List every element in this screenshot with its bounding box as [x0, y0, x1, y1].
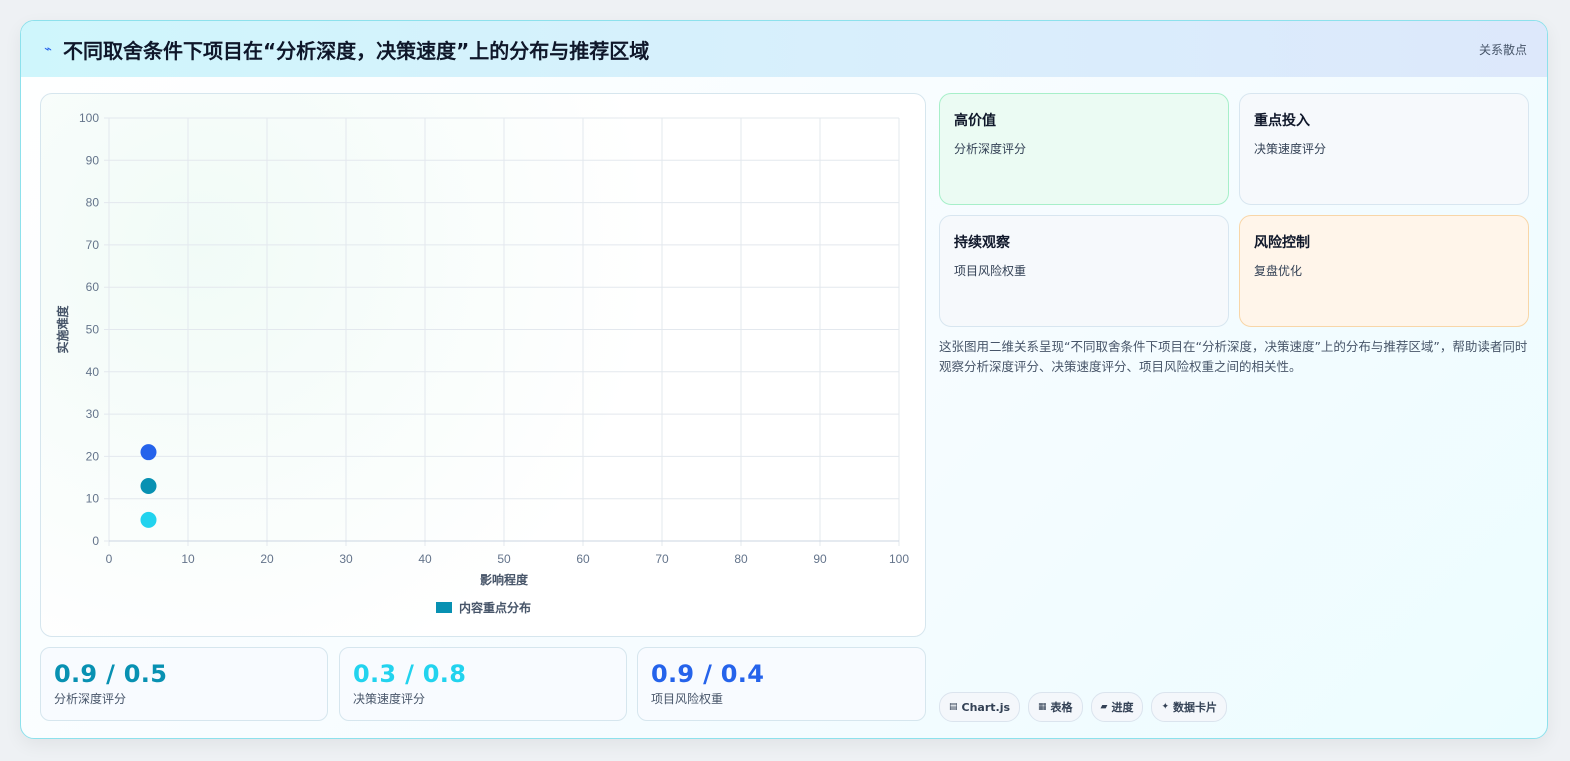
- x-tick-label: 50: [497, 552, 511, 566]
- y-tick-label: 40: [86, 365, 100, 379]
- header: ⌁ 不同取舍条件下项目在“分析深度，决策速度”上的分布与推荐区域 关系散点: [21, 21, 1547, 77]
- y-axis-title: 实施难度: [55, 305, 70, 354]
- stat-label: 项目风险权重: [651, 692, 724, 706]
- y-tick-label: 60: [86, 280, 100, 294]
- progress-icon: ▰: [1100, 702, 1108, 712]
- main-card: ⌁ 不同取舍条件下项目在“分析深度，决策速度”上的分布与推荐区域 关系散点 0 1…: [20, 20, 1548, 739]
- quadrant-subtitle: 项目风险权重: [954, 264, 1027, 278]
- y-tick-label: 90: [86, 153, 100, 167]
- stat-label: 决策速度评分: [353, 692, 426, 706]
- title-group: ⌁ 不同取舍条件下项目在“分析深度，决策速度”上的分布与推荐区域: [41, 35, 649, 64]
- chip-label: 表格: [1050, 701, 1073, 714]
- x-axis-title: 影响程度: [480, 572, 529, 587]
- chip-table[interactable]: ▦ 表格: [1028, 692, 1083, 722]
- y-tick-label: 70: [86, 238, 100, 252]
- y-tick-label: 30: [86, 407, 100, 421]
- y-tick-label: 100: [79, 111, 99, 125]
- quadrant-subtitle: 决策速度评分: [1254, 142, 1327, 156]
- y-tick-label: 20: [86, 449, 100, 463]
- x-tick-label: 20: [260, 552, 274, 566]
- x-tick-label: 30: [339, 552, 353, 566]
- stat-card-decision: 0.3 / 0.8 决策速度评分: [339, 647, 627, 721]
- chip-label: 进度: [1111, 701, 1134, 714]
- x-tick-label: 0: [106, 552, 113, 566]
- quadrant-title: 高价值: [954, 113, 996, 129]
- legend-swatch: [436, 602, 452, 613]
- y-tick-label: 80: [86, 196, 100, 210]
- legend-label: 内容重点分布: [459, 600, 531, 615]
- scatter-chart: 0 10 20 30 40 50 60 70 80 90 100 0 10 20 30 40 50 60 70 80 9…: [55, 111, 909, 615]
- data-point: [140, 478, 157, 495]
- stat-value: 0.9 / 0.5: [54, 660, 168, 688]
- chip-label: Chart.js: [961, 700, 1011, 714]
- stat-card-analysis: 0.9 / 0.5 分析深度评分: [40, 647, 328, 721]
- y-tick-label: 50: [86, 323, 100, 337]
- data-card-icon: ✦: [1161, 702, 1170, 712]
- y-tick-label: 0: [92, 534, 99, 548]
- chart-panel: 0 10 20 30 40 50 60 70 80 90 100 0 10 20 30 40 50 60 70 80 9…: [40, 93, 926, 637]
- x-tick-label: 90: [813, 552, 827, 566]
- x-tick-label: 10: [181, 552, 195, 566]
- x-tick-label: 40: [418, 552, 432, 566]
- page-title: 不同取舍条件下项目在“分析深度，决策速度”上的分布与推荐区域: [63, 38, 650, 63]
- x-tick-label: 100: [889, 552, 909, 566]
- lightning-icon: ⌁: [44, 41, 52, 57]
- x-tick-label: 80: [734, 552, 748, 566]
- x-tick-label: 60: [576, 552, 590, 566]
- quadrant-title: 持续观察: [954, 235, 1010, 251]
- chip-progress[interactable]: ▰ 进度: [1090, 692, 1144, 722]
- chip-chartjs[interactable]: ▤ Chart.js: [939, 692, 1021, 722]
- chart-description: 这张图用二维关系呈现“不同取舍条件下项目在“分析深度，决策速度”上的分布与推荐区…: [939, 339, 1528, 374]
- stat-value: 0.9 / 0.4: [651, 660, 765, 688]
- quadrant-subtitle: 复盘优化: [1254, 264, 1303, 278]
- quadrant-subtitle: 分析深度评分: [954, 142, 1027, 156]
- tech-chips: ▤ Chart.js ▦ 表格 ▰ 进度 ✦ 数据卡片: [939, 692, 1228, 722]
- chart-icon: ▤: [949, 702, 958, 712]
- data-point: [140, 444, 157, 461]
- chart-type-tag: 关系散点: [1478, 42, 1527, 57]
- stat-label: 分析深度评分: [54, 692, 127, 706]
- quadrant-key-investment: 重点投入 决策速度评分: [1239, 93, 1529, 205]
- y-tick-label: 10: [86, 492, 100, 506]
- chip-label: 数据卡片: [1173, 701, 1218, 714]
- quadrant-risk-control: 风险控制 复盘优化: [1239, 215, 1529, 327]
- table-icon: ▦: [1038, 702, 1047, 712]
- quadrant-observe: 持续观察 项目风险权重: [939, 215, 1229, 327]
- quadrant-high-value: 高价值 分析深度评分: [939, 93, 1229, 205]
- data-point: [140, 511, 157, 528]
- quadrant-title: 风险控制: [1254, 235, 1310, 251]
- stat-value: 0.3 / 0.8: [353, 660, 467, 688]
- chip-data-card[interactable]: ✦ 数据卡片: [1151, 692, 1228, 722]
- x-tick-label: 70: [655, 552, 669, 566]
- quadrant-title: 重点投入: [1254, 113, 1310, 129]
- stat-card-risk: 0.9 / 0.4 项目风险权重: [637, 647, 926, 721]
